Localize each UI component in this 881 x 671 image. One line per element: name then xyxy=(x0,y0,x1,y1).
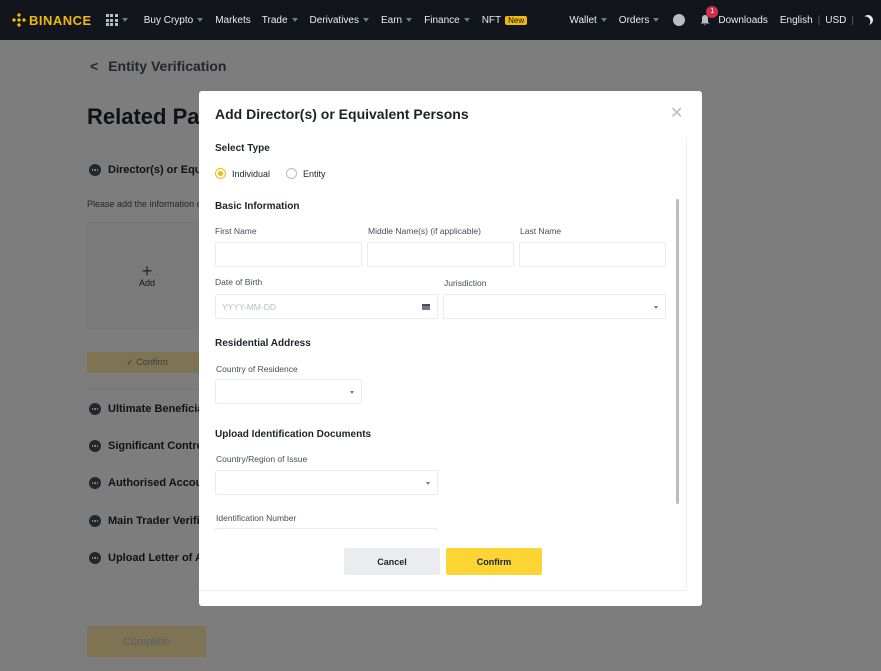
nav-finance[interactable]: Finance xyxy=(424,15,470,26)
basic-info-heading: Basic Information xyxy=(215,201,300,212)
chevron-down-icon xyxy=(291,18,298,22)
calendar-icon xyxy=(422,304,430,310)
nav-label: Trade xyxy=(261,14,288,26)
nav-markets[interactable]: Markets xyxy=(215,15,251,26)
first-name-label: First Name xyxy=(215,226,257,236)
country-residence-label: Country of Residence xyxy=(216,364,298,374)
jurisdiction-label: Jurisdiction xyxy=(444,278,487,288)
select-type-heading: Select Type xyxy=(215,143,270,154)
nav-label: Wallet xyxy=(569,14,597,26)
cancel-button[interactable]: Cancel xyxy=(344,548,440,575)
notifications-button[interactable]: 1 xyxy=(699,6,719,26)
jurisdiction-select[interactable] xyxy=(443,294,666,319)
nav-label: Downloads xyxy=(718,14,768,26)
brand-name: BINANCE xyxy=(29,12,92,28)
chevron-down-icon xyxy=(463,18,470,22)
dark-mode-moon-icon[interactable] xyxy=(861,13,875,27)
nav-downloads[interactable]: Downloads xyxy=(718,15,767,26)
nav-orders[interactable]: Orders xyxy=(619,15,660,26)
user-avatar-icon[interactable] xyxy=(673,14,686,26)
modal-scrollbar[interactable] xyxy=(676,199,679,504)
dropdown-arrow-icon xyxy=(350,391,354,394)
confirm-button[interactable]: Confirm xyxy=(446,548,542,575)
add-director-modal: Add Director(s) or Equivalent Persons ✕ … xyxy=(199,91,702,606)
close-icon[interactable]: ✕ xyxy=(670,103,683,123)
dob-label: Date of Birth xyxy=(215,277,263,287)
dropdown-arrow-icon xyxy=(426,482,430,485)
chevron-down-icon xyxy=(363,18,369,22)
residential-heading: Residential Address xyxy=(215,338,311,349)
modal-title: Add Director(s) or Equivalent Persons xyxy=(215,106,469,122)
chevron-down-icon xyxy=(600,18,607,22)
apps-grid-icon[interactable] xyxy=(105,14,118,26)
nav-label: Derivatives xyxy=(309,14,359,26)
nav-label: Markets xyxy=(215,14,251,26)
nav-label: Orders xyxy=(618,14,650,26)
chevron-down-icon xyxy=(653,18,660,22)
nav-label: Finance xyxy=(424,14,460,26)
radio-label: Individual xyxy=(232,168,271,179)
dropdown-arrow-icon xyxy=(654,306,658,309)
top-navigation: BINANCE Buy Crypto Markets Trade Derivat… xyxy=(0,0,881,40)
dob-input[interactable]: YYYY-MM-DD xyxy=(215,294,438,319)
binance-logo[interactable]: BINANCE xyxy=(12,13,92,28)
id-number-label: Identification Number xyxy=(216,513,297,523)
nav-currency[interactable]: USD xyxy=(825,15,846,26)
chevron-down-icon xyxy=(406,18,413,22)
new-badge: New xyxy=(505,15,528,25)
notification-count-badge: 1 xyxy=(706,6,719,18)
nav-label: English xyxy=(779,14,813,26)
country-issue-select[interactable] xyxy=(215,470,438,495)
nav-language[interactable]: English xyxy=(780,15,813,26)
nav-label: NFT xyxy=(481,14,502,26)
nav-buy-crypto[interactable]: Buy Crypto xyxy=(143,14,204,26)
country-issue-label: Country/Region of Issue xyxy=(216,454,308,464)
type-radio-group: Individual Entity xyxy=(215,168,326,179)
radio-label: Entity xyxy=(303,168,326,179)
first-name-input[interactable] xyxy=(215,242,362,267)
nav-nft[interactable]: NFT New xyxy=(481,14,528,26)
upload-docs-heading: Upload Identification Documents xyxy=(215,429,372,440)
modal-body: Select Type Individual Entity Basic Info… xyxy=(199,137,687,591)
chevron-down-icon xyxy=(121,18,128,22)
country-residence-select[interactable] xyxy=(215,379,362,404)
nav-wallet[interactable]: Wallet xyxy=(569,14,607,26)
divider: | xyxy=(817,14,821,26)
middle-name-input[interactable] xyxy=(367,242,514,267)
nav-label: USD xyxy=(825,14,847,26)
nav-label: Buy Crypto xyxy=(143,14,194,26)
nav-label: Earn xyxy=(381,14,403,26)
id-number-input[interactable] xyxy=(215,528,438,532)
middle-name-label: Middle Name(s) (if applicable) xyxy=(368,226,481,236)
nav-derivatives[interactable]: Derivatives xyxy=(310,15,369,26)
last-name-label: Last Name xyxy=(520,226,562,236)
chevron-down-icon xyxy=(197,18,204,22)
dob-placeholder: YYYY-MM-DD xyxy=(222,301,276,312)
radio-entity[interactable] xyxy=(286,168,298,179)
last-name-input[interactable] xyxy=(519,242,666,267)
radio-individual[interactable] xyxy=(215,168,226,179)
nav-earn[interactable]: Earn xyxy=(381,14,413,26)
divider: | xyxy=(851,14,854,26)
binance-diamond-icon xyxy=(12,13,26,27)
nav-trade[interactable]: Trade xyxy=(262,15,298,26)
